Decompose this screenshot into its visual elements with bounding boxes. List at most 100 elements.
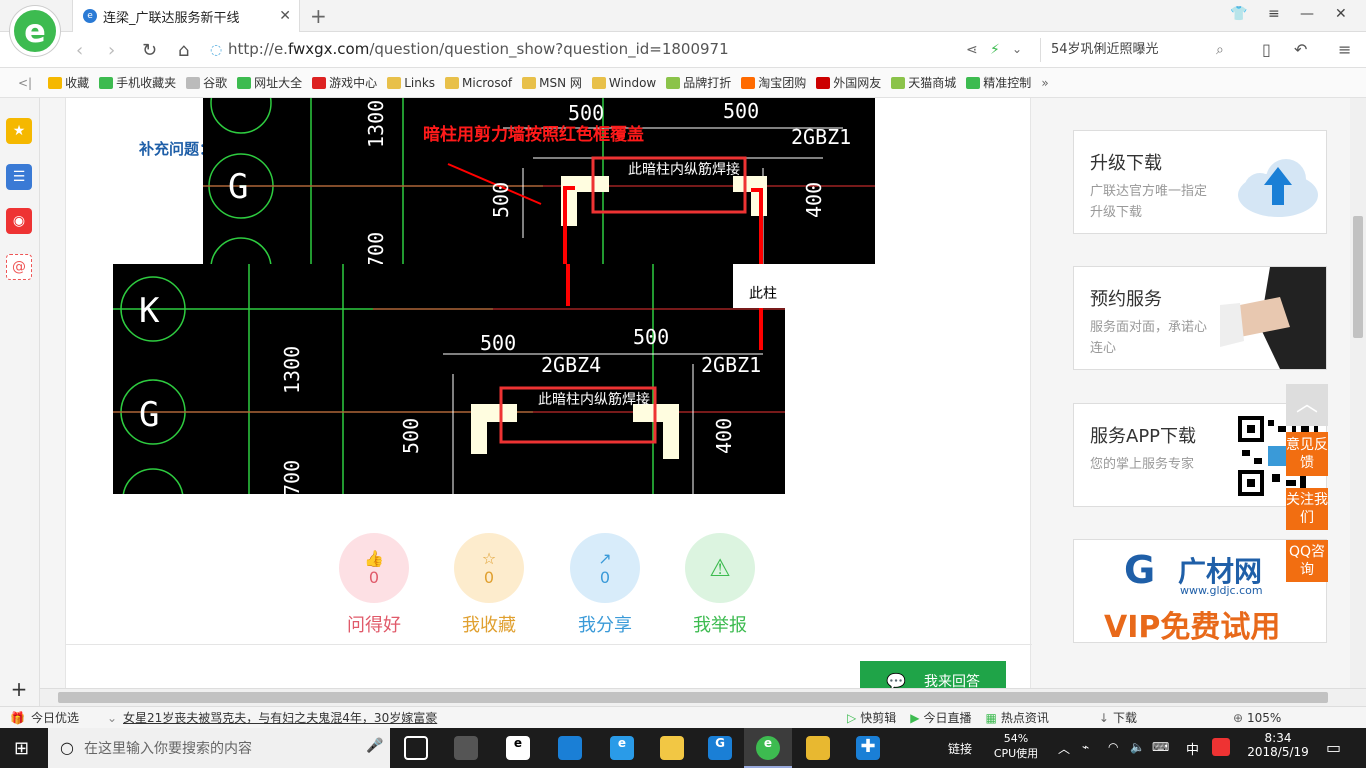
chevron-down-icon[interactable]: ⌄: [1012, 42, 1022, 56]
undo-icon[interactable]: ↶: [1294, 40, 1307, 59]
qq-consult-button[interactable]: QQ咨询: [1286, 540, 1328, 582]
keyboard-icon[interactable]: ⌨: [1152, 740, 1169, 754]
ie-icon[interactable]: e: [610, 736, 634, 760]
home-button[interactable]: ⌂: [178, 40, 189, 61]
links-label[interactable]: 链接: [948, 740, 972, 757]
upgrade-download-card[interactable]: 升级下载 广联达官方唯一指定升级下载: [1073, 130, 1327, 234]
answer-button[interactable]: 💬 我来回答: [860, 661, 1006, 688]
live-icon: ▶: [910, 710, 920, 725]
mail-icon[interactable]: @: [6, 254, 32, 280]
search-input[interactable]: 54岁巩俐近照曝光: [1040, 38, 1240, 62]
news-ticker-link[interactable]: 女星21岁丧夫被骂克夫，与有妇之夫鬼混4年，30岁嫁富豪: [123, 709, 453, 726]
more-bookmarks-icon[interactable]: »: [1041, 76, 1048, 90]
forward-button[interactable]: ›: [108, 40, 115, 61]
bookmark-item[interactable]: 收藏: [48, 74, 89, 91]
feedback-button[interactable]: 意见反馈: [1286, 432, 1328, 476]
menu-icon[interactable]: ≡: [1268, 6, 1280, 22]
action-favorite[interactable]: ☆ 0 我收藏: [454, 533, 524, 637]
edge-icon[interactable]: e: [506, 736, 530, 760]
plus-app-icon[interactable]: ✚: [856, 736, 880, 760]
minimize-button[interactable]: —: [1300, 6, 1314, 22]
vertical-scroll-thumb[interactable]: [1353, 216, 1363, 338]
quick-edit-link[interactable]: 快剪辑: [860, 709, 896, 726]
cpu-label: CPU使用: [993, 747, 1039, 760]
download-link[interactable]: 下载: [1113, 709, 1137, 726]
bookmark-item[interactable]: 外国网友: [816, 74, 881, 91]
shirt-icon[interactable]: 👕: [1230, 6, 1247, 22]
today-picks-link[interactable]: 今日优选: [31, 709, 79, 726]
bookmark-item[interactable]: Microsof: [445, 76, 512, 90]
bookmark-label: 游戏中心: [329, 76, 378, 90]
zoom-level[interactable]: 105%: [1247, 711, 1281, 725]
microphone-icon[interactable]: 🎤: [366, 738, 383, 754]
bookmark-item[interactable]: 游戏中心: [312, 74, 377, 91]
task-view-icon[interactable]: [404, 736, 428, 760]
glodon-g-icon[interactable]: G: [708, 736, 732, 760]
back-to-top-button[interactable]: ︿: [1286, 384, 1328, 426]
wifi-icon[interactable]: ◠: [1108, 740, 1118, 754]
notes-icon[interactable]: [806, 736, 830, 760]
fan-app-icon[interactable]: [454, 736, 478, 760]
close-tab-icon[interactable]: ✕: [279, 8, 291, 24]
close-window-button[interactable]: ✕: [1335, 6, 1347, 22]
bookmark-item[interactable]: 网址大全: [237, 74, 302, 91]
follow-us-button[interactable]: 关注我们: [1286, 488, 1328, 530]
live-link[interactable]: 今日直播: [924, 709, 972, 726]
active-browser-task[interactable]: e: [744, 728, 792, 768]
vertical-scrollbar[interactable]: [1350, 98, 1366, 688]
booking-service-card[interactable]: 预约服务 服务面对面，承诺心连心: [1073, 266, 1327, 370]
collapse-sidebar-icon[interactable]: <|: [18, 76, 32, 90]
action-like[interactable]: 👍 0 问得好: [339, 533, 409, 637]
add-icon[interactable]: +: [6, 676, 32, 702]
url-field[interactable]: http://e.fwxgx.com/question/question_sho…: [228, 40, 729, 58]
more-menu-icon[interactable]: ≡: [1338, 40, 1351, 59]
handshake-image: [1220, 267, 1326, 369]
bookmark-icon: [99, 76, 114, 89]
file-explorer-icon[interactable]: [660, 736, 684, 760]
action-share[interactable]: ↗ 0 我分享: [570, 533, 640, 637]
windows-start-icon[interactable]: ⊞: [14, 738, 29, 759]
bookmark-item[interactable]: 手机收藏夹: [99, 74, 176, 91]
browser-app-icon[interactable]: [558, 736, 582, 760]
bookmark-item[interactable]: MSN 网: [522, 74, 582, 91]
action-report[interactable]: ⚠ 我举报: [685, 533, 755, 637]
bookmark-icon: [186, 76, 201, 89]
bookmark-icon: [666, 76, 681, 89]
cad-drawing-top[interactable]: G 500 500 1300 500 700 400 2GBZ1 此暗柱内纵筋焊…: [203, 98, 875, 264]
bookmark-item[interactable]: 淘宝团购: [741, 74, 806, 91]
taskbar-search-input[interactable]: ○ 在这里输入你要搜索的内容 🎤: [48, 728, 390, 768]
cpu-meter[interactable]: 54% CPU使用: [990, 732, 1042, 761]
bookmark-item[interactable]: 谷歌: [186, 74, 227, 91]
hot-news-link[interactable]: 热点资讯: [1001, 709, 1049, 726]
notification-center-icon[interactable]: ▭: [1326, 738, 1341, 757]
volume-icon[interactable]: 🔈: [1130, 740, 1145, 754]
share-icon[interactable]: ⋖: [966, 42, 978, 58]
refresh-button[interactable]: ↻: [142, 40, 157, 61]
bookmark-item[interactable]: 品牌打折: [666, 74, 731, 91]
svg-text:500: 500: [723, 99, 759, 123]
bookmark-item[interactable]: 精准控制: [966, 74, 1031, 91]
upgrade-title: 升级下载: [1090, 153, 1162, 174]
search-icon[interactable]: ⌕: [1216, 42, 1224, 58]
back-button[interactable]: ‹: [76, 40, 83, 61]
bookmark-item[interactable]: 天猫商城: [891, 74, 956, 91]
bookmark-item[interactable]: Window: [591, 76, 656, 90]
weibo-icon[interactable]: ◉: [6, 208, 32, 234]
show-hidden-icons-icon[interactable]: ︿: [1058, 740, 1070, 757]
favorites-icon[interactable]: ★: [6, 118, 32, 144]
antivirus-icon[interactable]: [1212, 738, 1230, 756]
phone-icon[interactable]: ▯: [1262, 40, 1271, 59]
browser-tab[interactable]: e 连梁_广联达服务新干线 ✕: [72, 0, 300, 32]
cad-drawing-bottom[interactable]: K G 500 500 1300 500 700 400 2GBZ4 2GBZ1…: [113, 264, 785, 494]
bookmark-item[interactable]: Links: [387, 76, 435, 90]
upgrade-desc: 广联达官方唯一指定升级下载: [1090, 184, 1208, 220]
bookmarks-bar: <| 收藏 手机收藏夹 谷歌 网址大全 游戏中心 Links Microsof MSN 网 Wi…: [0, 68, 1366, 98]
horizontal-scroll-thumb[interactable]: [58, 692, 1328, 703]
reading-list-icon[interactable]: ☰: [6, 164, 32, 190]
ime-indicator[interactable]: 中: [1186, 739, 1199, 758]
lightning-icon[interactable]: ⚡: [990, 42, 1000, 58]
network-icon[interactable]: ⌁: [1082, 740, 1089, 754]
clock[interactable]: 8:34 2018/5/19: [1244, 731, 1312, 759]
horizontal-scrollbar[interactable]: [40, 688, 1366, 706]
new-tab-button[interactable]: +: [310, 4, 327, 28]
